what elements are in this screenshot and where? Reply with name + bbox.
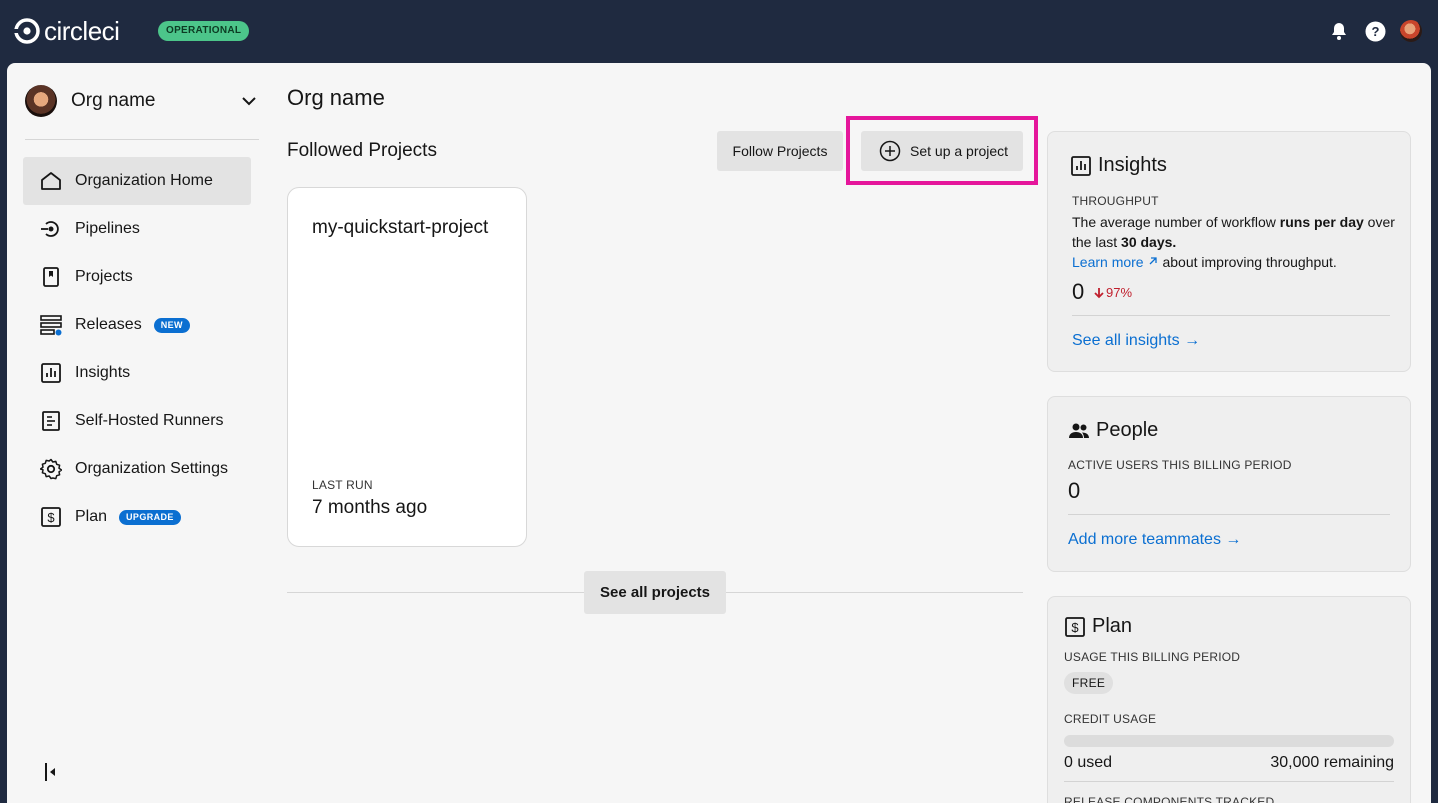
home-icon	[40, 170, 62, 192]
projects-icon	[40, 266, 62, 288]
gear-icon	[40, 458, 62, 480]
active-users-caption: ACTIVE USERS THIS BILLING PERIOD	[1068, 458, 1292, 472]
sidebar-item-releases[interactable]: Releases NEW	[23, 301, 251, 349]
circleci-logo-icon	[14, 18, 40, 44]
sidebar-item-label: Organization Settings	[75, 460, 228, 477]
sidebar-item-organization-home[interactable]: Organization Home	[23, 157, 251, 205]
sidebar-item-label: Projects	[75, 268, 133, 285]
throughput-description: The average number of workflow runs per …	[1072, 214, 1395, 270]
sidebar-item-label: Plan	[75, 508, 108, 525]
sidebar-item-projects[interactable]: Projects	[23, 253, 251, 301]
set-up-project-label: Set up a project	[910, 143, 1009, 159]
credit-usage-caption: CREDIT USAGE	[1064, 712, 1157, 726]
status-badge[interactable]: OPERATIONAL	[158, 21, 250, 41]
last-run-value: 7 months ago	[312, 497, 428, 518]
plan-icon: $	[1065, 616, 1085, 637]
org-avatar	[25, 85, 57, 117]
org-switcher[interactable]: Org name	[25, 85, 257, 117]
credits-remaining: 30,000 remaining	[1270, 754, 1394, 771]
pipelines-icon	[40, 218, 62, 240]
people-card-header: People	[1068, 419, 1158, 442]
top-bar: circleci OPERATIONAL ?	[0, 0, 1438, 63]
sidebar-item-label: Insights	[75, 364, 131, 381]
follow-projects-button[interactable]: Follow Projects	[717, 131, 843, 171]
people-icon	[1069, 423, 1089, 438]
credits-used: 0 used	[1064, 754, 1113, 771]
people-divider	[1068, 514, 1390, 515]
last-run-label: LAST RUN	[312, 478, 373, 492]
main-panel: Org name Organization Home Pipelines Pro…	[7, 63, 1431, 803]
plan-icon: $	[40, 506, 62, 528]
usage-caption: USAGE THIS BILLING PERIOD	[1064, 650, 1241, 664]
page-title: Org name	[287, 85, 385, 110]
sidebar-item-self-hosted-runners[interactable]: Self-Hosted Runners	[23, 397, 251, 445]
plan-tier-badge: FREE	[1064, 672, 1114, 694]
insights-icon	[1071, 155, 1091, 176]
people-card: People ACTIVE USERS THIS BILLING PERIOD …	[1047, 396, 1411, 572]
sidebar-divider	[25, 139, 259, 140]
collapse-sidebar-icon[interactable]	[43, 761, 59, 783]
upgrade-badge[interactable]: UPGRADE	[119, 509, 181, 525]
plus-circle-icon	[879, 140, 901, 162]
credit-usage-bar	[1064, 735, 1394, 747]
insights-card: Insights THROUGHPUT The average number o…	[1047, 131, 1411, 372]
svg-text:?: ?	[1371, 24, 1379, 39]
logo-text: circleci	[44, 16, 120, 46]
active-users-value: 0	[1068, 478, 1081, 503]
new-badge: NEW	[153, 317, 190, 333]
throughput-caption: THROUGHPUT	[1072, 194, 1159, 208]
releases-icon	[40, 314, 62, 336]
help-icon[interactable]: ?	[1364, 20, 1386, 42]
plan-card-header: $ Plan	[1064, 615, 1132, 638]
sidebar-item-pipelines[interactable]: Pipelines	[23, 205, 251, 253]
sidebar-item-label: Self-Hosted Runners	[75, 412, 224, 429]
insights-title: Insights	[1098, 154, 1167, 176]
svg-text:$: $	[1071, 620, 1079, 635]
sidebar-item-label: Organization Home	[75, 172, 213, 189]
chevron-down-icon	[242, 97, 256, 106]
see-all-projects-button[interactable]: See all projects	[584, 571, 726, 614]
sidebar: Org name Organization Home Pipelines Pro…	[7, 63, 272, 803]
sidebar-item-label: Pipelines	[75, 220, 140, 237]
sidebar-item-label: Releases	[75, 316, 142, 333]
sidebar-item-plan[interactable]: $ Plan UPGRADE	[23, 493, 251, 541]
user-avatar[interactable]	[1400, 20, 1422, 42]
runners-icon	[40, 410, 62, 432]
see-all-insights-link[interactable]: See all insights →	[1072, 332, 1200, 350]
insights-divider	[1072, 315, 1390, 316]
followed-projects-heading: Followed Projects	[287, 140, 437, 161]
insights-icon	[40, 362, 62, 384]
circleci-logo[interactable]: circleci	[14, 16, 120, 46]
svg-text:$: $	[47, 510, 55, 525]
people-title: People	[1096, 419, 1159, 441]
sidebar-nav: Organization Home Pipelines Projects Rel…	[23, 157, 251, 541]
plan-title: Plan	[1092, 615, 1133, 637]
throughput-value: 0	[1072, 279, 1085, 304]
project-card[interactable]: my-quickstart-project LAST RUN 7 months …	[287, 187, 527, 547]
plan-card: $ Plan USAGE THIS BILLING PERIOD FREE CR…	[1047, 596, 1411, 803]
learn-more-link[interactable]: Learn more	[1072, 254, 1144, 270]
org-name: Org name	[71, 90, 156, 111]
bell-icon[interactable]	[1328, 20, 1350, 42]
release-components-caption: RELEASE COMPONENTS TRACKED	[1064, 795, 1275, 803]
set-up-project-button[interactable]: Set up a project	[861, 131, 1023, 171]
sidebar-item-insights[interactable]: Insights	[23, 349, 251, 397]
insights-card-header: Insights	[1070, 154, 1167, 177]
add-teammates-link[interactable]: Add more teammates →	[1068, 531, 1241, 549]
project-name[interactable]: my-quickstart-project	[312, 214, 502, 242]
external-link-icon	[1149, 257, 1157, 265]
plan-divider	[1064, 781, 1394, 782]
arrow-down-icon	[1094, 287, 1104, 298]
sidebar-item-organization-settings[interactable]: Organization Settings	[23, 445, 251, 493]
throughput-delta: 97%	[1094, 285, 1132, 300]
